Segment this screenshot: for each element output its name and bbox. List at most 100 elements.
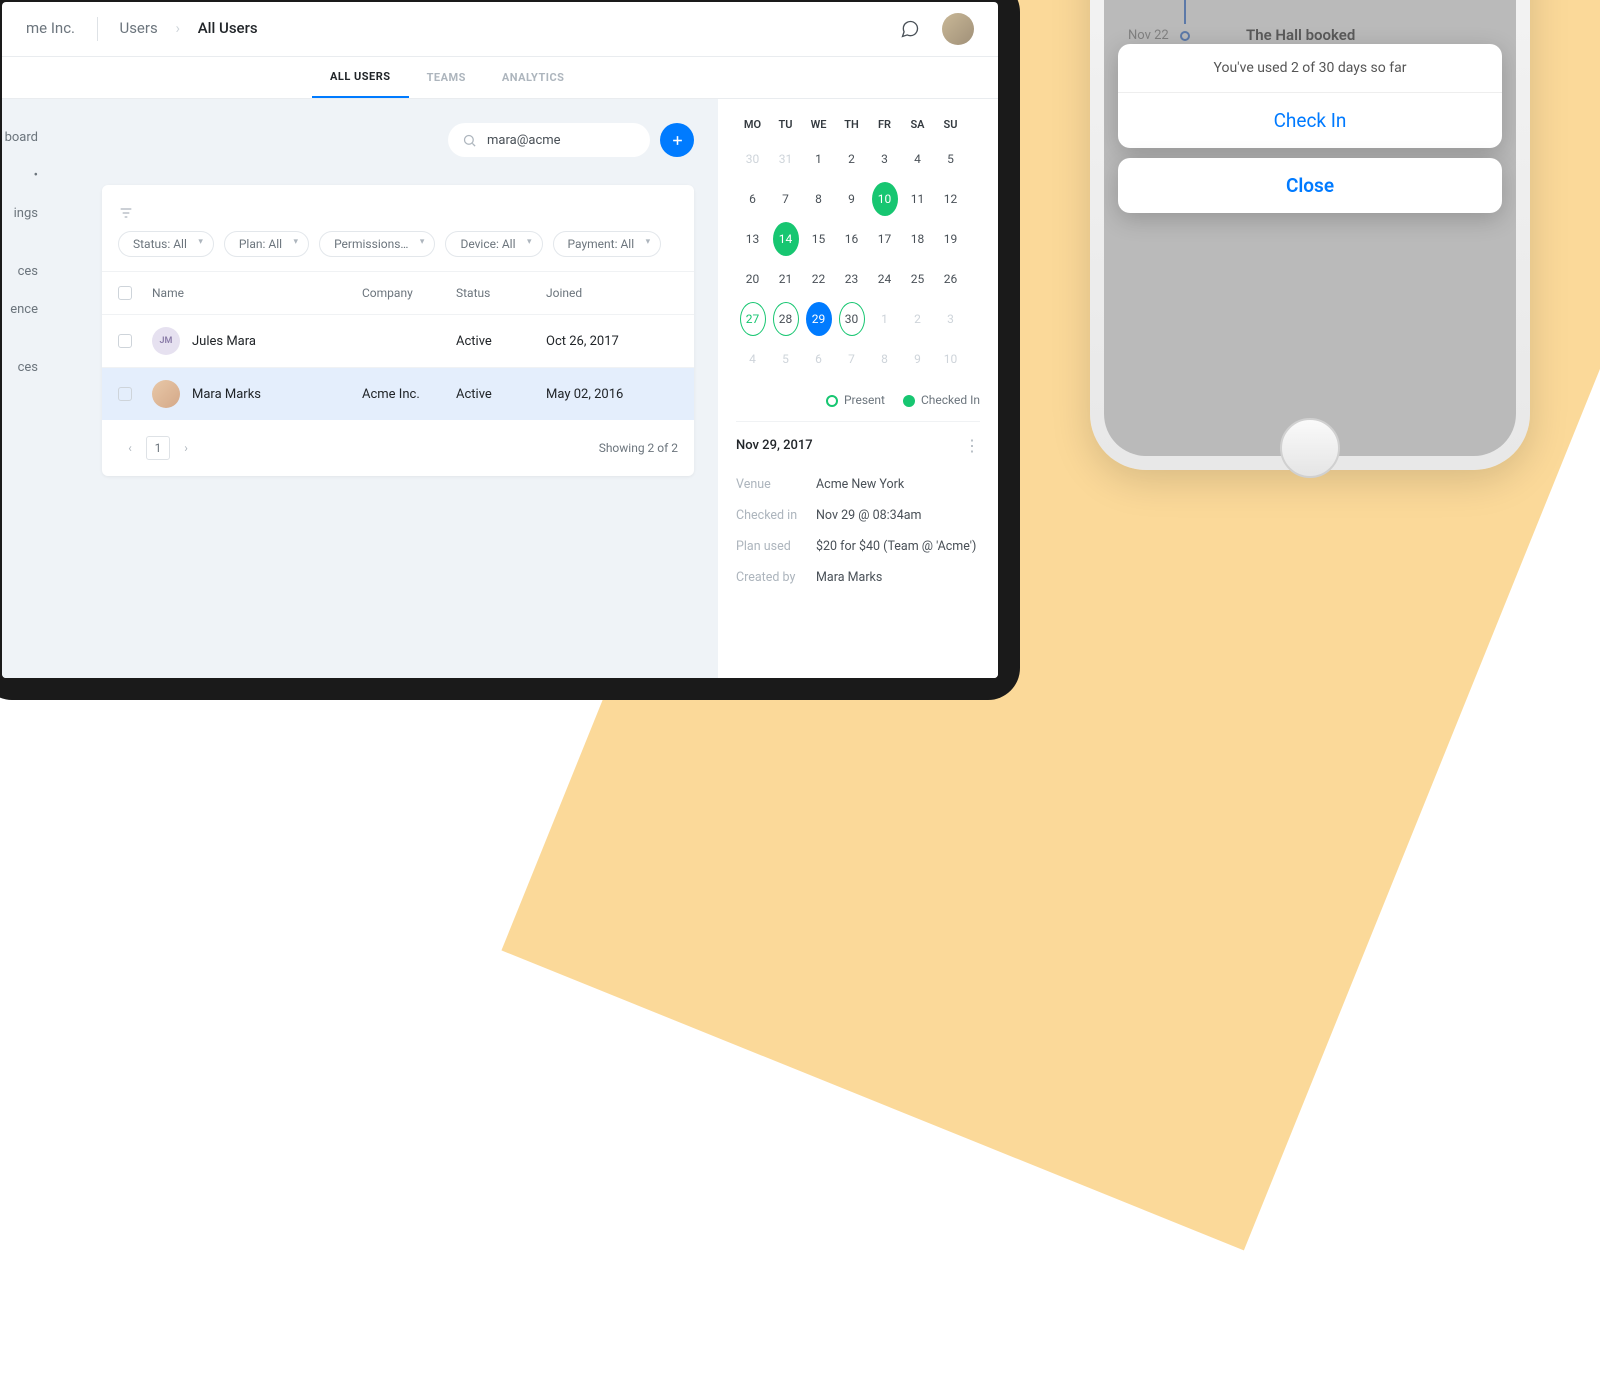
cal-day[interactable]: 8	[806, 182, 832, 216]
prev-page-button[interactable]: ‹	[118, 436, 142, 460]
row-checkbox[interactable]	[118, 334, 132, 348]
sidebar: board • ings ces ence ces	[2, 99, 42, 678]
tab-analytics[interactable]: ANALYTICS	[484, 57, 583, 98]
row-checkbox[interactable]	[118, 387, 132, 401]
cal-day[interactable]: 6	[806, 342, 832, 376]
cal-day[interactable]: 28	[773, 302, 799, 336]
cal-day[interactable]: 12	[938, 182, 964, 216]
user-status: Active	[456, 387, 546, 402]
breadcrumb: me Inc. Users › All Users	[26, 17, 258, 41]
checkin-button[interactable]: Check In	[1118, 93, 1502, 148]
filter-status[interactable]: Status: All	[118, 231, 214, 257]
cal-day[interactable]: 1	[872, 302, 898, 336]
filter-permissions[interactable]: Permissions…	[319, 231, 435, 257]
col-joined: Joined	[546, 286, 678, 300]
select-all-checkbox[interactable]	[118, 286, 132, 300]
users-card: Status: All Plan: All Permissions… Devic…	[102, 185, 694, 476]
cal-day[interactable]: 30	[740, 142, 766, 176]
sidebar-item-settings[interactable]: ings	[2, 195, 42, 233]
add-user-button[interactable]	[660, 123, 694, 157]
home-button[interactable]	[1280, 418, 1340, 478]
cal-day[interactable]: 31	[773, 142, 799, 176]
sidebar-item[interactable]: •	[2, 157, 42, 195]
cal-day[interactable]: 26	[938, 262, 964, 296]
cal-day[interactable]: 13	[740, 222, 766, 256]
breadcrumb-page[interactable]: All Users	[198, 19, 258, 37]
tab-all-users[interactable]: ALL USERS	[312, 57, 409, 98]
cal-day[interactable]: 5	[773, 342, 799, 376]
cal-day[interactable]: 4	[740, 342, 766, 376]
filter-icon	[118, 205, 134, 221]
table-row[interactable]: JM Jules Mara Active Oct 26, 2017	[102, 314, 694, 367]
table-header: Name Company Status Joined	[102, 271, 694, 314]
cal-day[interactable]: 3	[872, 142, 898, 176]
table-row[interactable]: Mara Marks Acme Inc. Active May 02, 2016	[102, 367, 694, 420]
subtabs: ALL USERS TEAMS ANALYTICS	[2, 57, 998, 99]
chat-icon[interactable]	[900, 19, 920, 39]
tab-teams[interactable]: TEAMS	[409, 57, 484, 98]
legend-checked-in: Checked In	[903, 393, 980, 407]
cal-day[interactable]: 21	[773, 262, 799, 296]
detail-value: $20 for $40 (Team @ 'Acme')	[816, 539, 976, 554]
col-status: Status	[456, 286, 546, 300]
cal-day[interactable]: 15	[806, 222, 832, 256]
avatar[interactable]	[942, 13, 974, 45]
cal-day[interactable]: 17	[872, 222, 898, 256]
sidebar-item-spaces[interactable]: ces	[2, 253, 42, 291]
cal-day[interactable]: 2	[905, 302, 931, 336]
cal-day[interactable]: 29	[806, 302, 832, 336]
cal-day[interactable]: 2	[839, 142, 865, 176]
user-name: Mara Marks	[192, 387, 261, 402]
more-icon[interactable]: ⋮	[964, 436, 980, 455]
breadcrumb-org[interactable]: me Inc.	[26, 19, 75, 37]
detail-label: Venue	[736, 477, 816, 492]
cal-day[interactable]: 30	[839, 302, 865, 336]
sidebar-item-dashboard[interactable]: board	[2, 119, 42, 157]
filter-device[interactable]: Device: All	[445, 231, 542, 257]
cal-day[interactable]: 5	[938, 142, 964, 176]
user-avatar	[152, 380, 180, 408]
cal-day[interactable]: 18	[905, 222, 931, 256]
cal-day[interactable]: 9	[839, 182, 865, 216]
cal-day[interactable]: 7	[773, 182, 799, 216]
calendar-weekdays: MO TU WE TH FR SA SU	[736, 109, 980, 139]
cal-day[interactable]: 8	[872, 342, 898, 376]
cal-day[interactable]: 14	[773, 222, 799, 256]
page-number[interactable]: 1	[146, 436, 170, 460]
cal-day[interactable]: 16	[839, 222, 865, 256]
cal-day[interactable]: 6	[740, 182, 766, 216]
detail-value: Mara Marks	[816, 570, 882, 585]
cal-day[interactable]: 25	[905, 262, 931, 296]
sidebar-item-other[interactable]: ces	[2, 349, 42, 387]
close-button[interactable]: Close	[1118, 158, 1502, 213]
filter-plan[interactable]: Plan: All	[224, 231, 309, 257]
cal-day[interactable]: 10	[938, 342, 964, 376]
cal-day[interactable]: 3	[938, 302, 964, 336]
user-name: Jules Mara	[192, 334, 256, 349]
cal-day[interactable]: 1	[806, 142, 832, 176]
sidebar-item-attendance[interactable]: ence	[2, 291, 42, 329]
plus-icon	[670, 133, 685, 148]
cal-day[interactable]: 4	[905, 142, 931, 176]
user-joined: May 02, 2016	[546, 387, 678, 402]
cal-day[interactable]: 20	[740, 262, 766, 296]
filter-payment[interactable]: Payment: All	[553, 231, 662, 257]
cal-day[interactable]: 22	[806, 262, 832, 296]
detail-panel: MO TU WE TH FR SA SU 30 31 1 2 3 4 5	[718, 99, 998, 678]
breadcrumb-section[interactable]: Users	[119, 19, 157, 37]
cal-day[interactable]: 10	[872, 182, 898, 216]
cal-day[interactable]: 9	[905, 342, 931, 376]
user-joined: Oct 26, 2017	[546, 334, 678, 349]
cal-day[interactable]: 23	[839, 262, 865, 296]
cal-day[interactable]: 27	[740, 302, 766, 336]
showing-text: Showing 2 of 2	[599, 441, 678, 455]
action-sheet: You've used 2 of 30 days so far Check In…	[1118, 44, 1502, 223]
cal-day[interactable]: 24	[872, 262, 898, 296]
detail-value: Acme New York	[816, 477, 904, 492]
search-input[interactable]: mara@acme	[448, 123, 650, 157]
cal-day[interactable]: 7	[839, 342, 865, 376]
cal-day[interactable]: 11	[905, 182, 931, 216]
next-page-button[interactable]: ›	[174, 436, 198, 460]
cal-day[interactable]: 19	[938, 222, 964, 256]
detail-label: Checked in	[736, 508, 816, 523]
